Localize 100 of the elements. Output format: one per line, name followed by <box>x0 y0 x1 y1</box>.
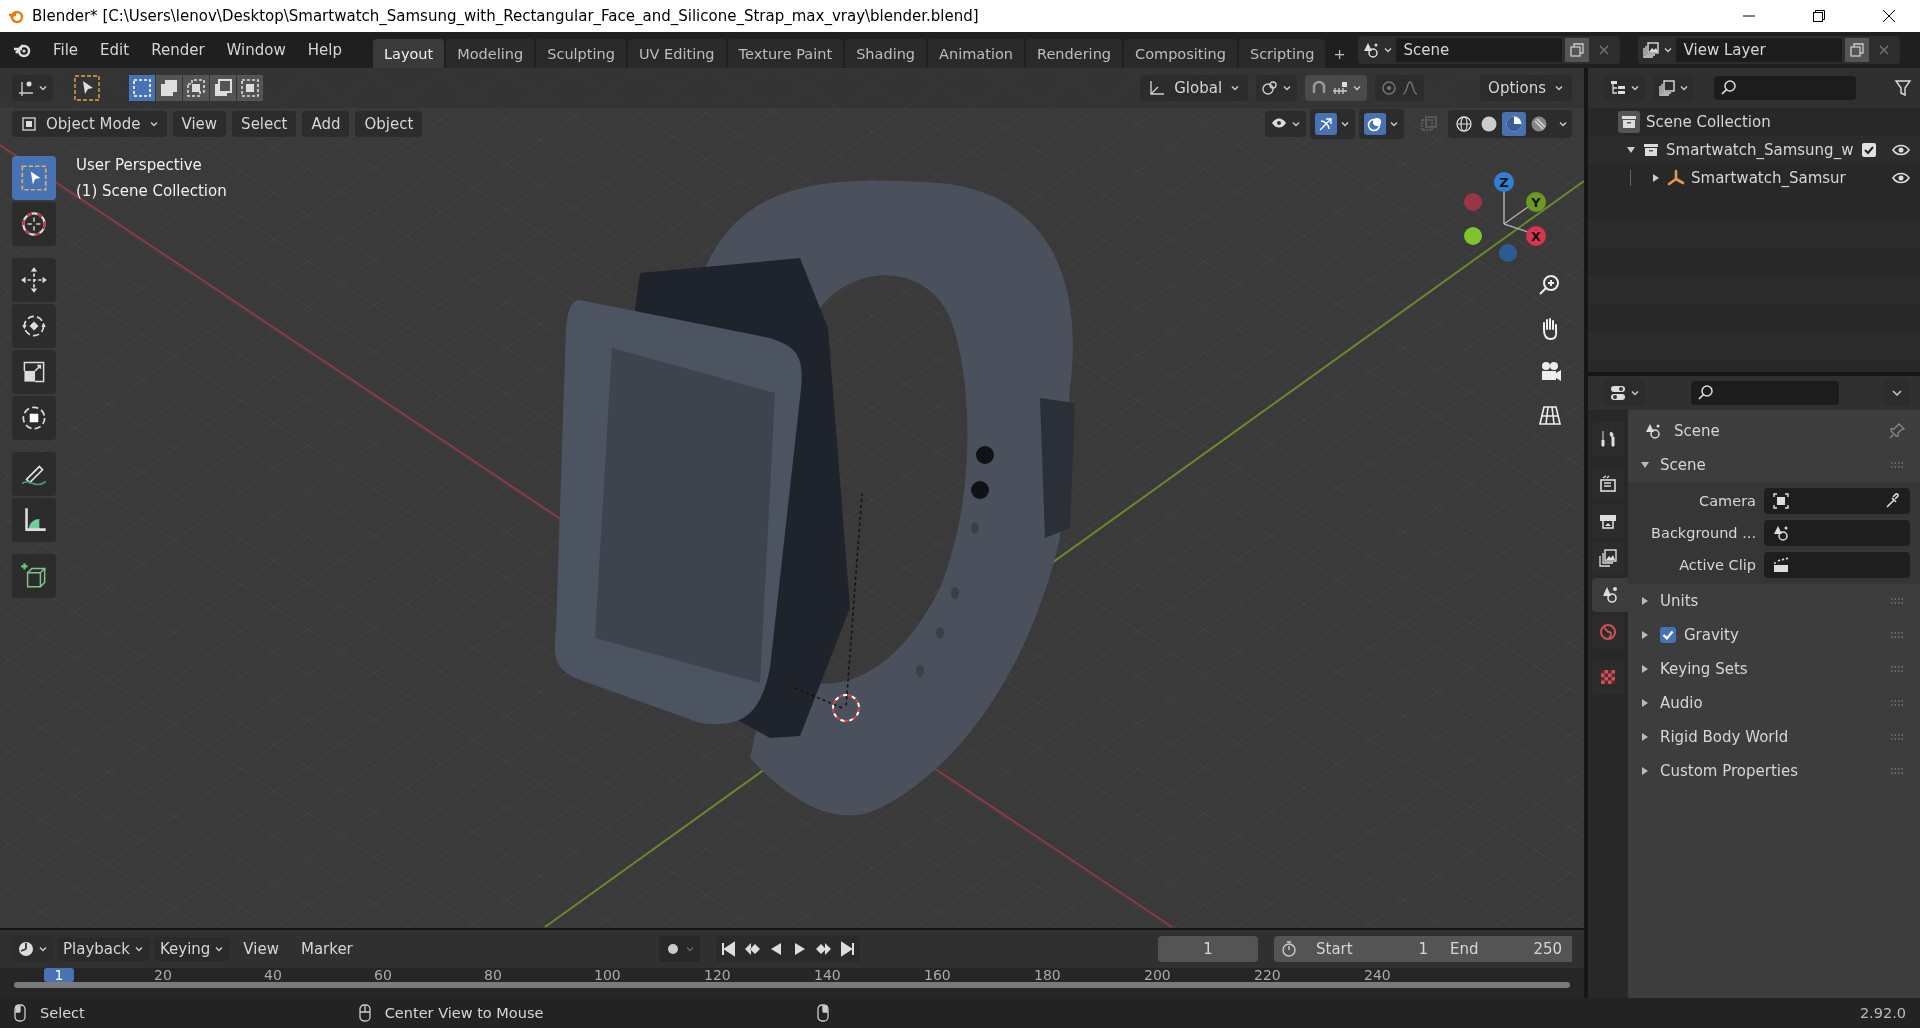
copy-icon[interactable] <box>1844 38 1869 62</box>
proportional-edit-dropdown[interactable] <box>1375 75 1425 101</box>
eyedropper-icon[interactable] <box>1884 492 1902 510</box>
menu-item[interactable]: View <box>234 936 288 962</box>
auto-keying-dropdown[interactable] <box>659 936 701 962</box>
subtract-selection-icon[interactable] <box>183 75 209 101</box>
workspace-tab[interactable]: Texture Paint <box>727 39 844 68</box>
world-tab[interactable] <box>1592 615 1624 649</box>
mode-dropdown[interactable]: Object Mode <box>12 111 167 137</box>
menu-dropdown[interactable]: Keying <box>153 937 231 961</box>
tree-item[interactable]: Smartwatch_Samsur <box>1691 169 1876 187</box>
view-layer-selector[interactable]: View Layer <box>1637 36 1900 64</box>
search-field[interactable] <box>1691 381 1839 405</box>
panel-header[interactable]: Custom Properties <box>1660 762 1799 780</box>
workspace-tab[interactable]: Animation <box>928 39 1024 68</box>
filter-icon[interactable] <box>1894 79 1912 97</box>
add-cube-tool[interactable] <box>12 554 56 598</box>
panel-header[interactable]: Units <box>1660 592 1699 610</box>
menu-item[interactable]: View <box>172 111 227 137</box>
scene-name-field[interactable]: Scene <box>1395 38 1562 62</box>
menu-item[interactable]: Add <box>302 111 350 137</box>
copy-icon[interactable] <box>1564 38 1589 62</box>
display-mode-dropdown[interactable] <box>1604 75 1645 101</box>
transform-pivot-dropdown[interactable] <box>12 75 53 101</box>
intersect-selection-icon[interactable] <box>237 75 263 101</box>
view-layer-name-field[interactable]: View Layer <box>1675 38 1842 62</box>
camera-field[interactable] <box>1764 488 1910 514</box>
menu-item[interactable]: File <box>42 41 90 59</box>
scene-selector[interactable]: Scene <box>1357 36 1620 64</box>
xray-toggle-icon[interactable] <box>1420 115 1438 133</box>
orientation-dropdown[interactable]: Global <box>1140 75 1249 101</box>
menu-item[interactable]: Help <box>296 41 353 59</box>
axis-label[interactable]: Z <box>1494 172 1514 192</box>
new-selection-icon[interactable] <box>129 75 155 101</box>
cursor-tool[interactable] <box>12 202 56 246</box>
menu-item[interactable]: Render <box>140 41 216 59</box>
menu-dropdown[interactable]: Playback <box>57 937 150 961</box>
select-cursor-icon[interactable] <box>73 74 101 102</box>
menu-item[interactable]: Select <box>232 111 297 137</box>
render-tab[interactable] <box>1592 467 1624 501</box>
snap-dropdown[interactable] <box>1305 75 1368 101</box>
menu-item[interactable]: Edit <box>89 41 141 59</box>
view-layer-tab[interactable] <box>1592 541 1624 575</box>
panel-header[interactable]: Keying Sets <box>1660 660 1748 678</box>
menu-item[interactable]: Window <box>215 41 297 59</box>
pin-icon[interactable] <box>1888 422 1906 440</box>
drag-handle-icon[interactable] <box>1890 461 1906 469</box>
disclosure-triangle-icon[interactable] <box>1640 732 1650 742</box>
drag-handle-icon[interactable] <box>1890 597 1906 605</box>
annotate-tool[interactable] <box>12 452 56 496</box>
drag-handle-icon[interactable] <box>1890 699 1906 707</box>
pivot-point-dropdown[interactable] <box>1256 75 1298 101</box>
visibility-dropdown[interactable] <box>1265 111 1306 137</box>
drag-handle-icon[interactable] <box>1890 767 1906 775</box>
menu-item[interactable]: Object <box>355 111 423 137</box>
panel-header[interactable]: Gravity <box>1684 626 1739 644</box>
checkbox[interactable] <box>1660 627 1676 643</box>
disclosure-triangle-icon[interactable] <box>1640 698 1650 708</box>
workspace-tab[interactable]: Layout <box>372 39 445 68</box>
scene-field[interactable] <box>1764 520 1910 546</box>
drag-handle-icon[interactable] <box>1890 665 1906 673</box>
material-shading-icon[interactable] <box>1502 112 1526 136</box>
panel-header[interactable]: Rigid Body World <box>1660 728 1789 746</box>
axis-label[interactable]: Y <box>1526 192 1546 212</box>
texture-tab[interactable] <box>1592 660 1624 694</box>
add-workspace-button[interactable]: + <box>1327 39 1352 68</box>
editor-type-dropdown[interactable] <box>1604 380 1645 406</box>
gizmo-dropdown[interactable] <box>1310 109 1355 139</box>
workspace-tab[interactable]: Sculpting <box>536 39 626 68</box>
disclosure-triangle-icon[interactable] <box>1640 766 1650 776</box>
workspace-tab[interactable]: Shading <box>845 39 927 68</box>
options-dropdown[interactable]: Options <box>1480 75 1572 101</box>
filter-layer-dropdown[interactable] <box>1653 75 1694 101</box>
drag-handle-icon[interactable] <box>1890 631 1906 639</box>
disclosure-triangle-icon[interactable] <box>1626 145 1636 155</box>
workspace-tab[interactable]: Rendering <box>1026 39 1123 68</box>
drag-handle-icon[interactable] <box>1890 733 1906 741</box>
disclosure-triangle-icon[interactable] <box>1640 460 1650 470</box>
rotate-tool[interactable] <box>12 304 56 348</box>
editor-type-dropdown[interactable] <box>12 936 53 962</box>
axis-point[interactable] <box>1464 227 1482 245</box>
overlay-dropdown[interactable] <box>1359 109 1404 139</box>
menu-item[interactable]: Marker <box>291 936 362 962</box>
measure-tool[interactable] <box>12 498 56 542</box>
workspace-tab[interactable]: Scripting <box>1238 39 1326 68</box>
disclosure-triangle-icon[interactable] <box>1651 173 1661 183</box>
tool-tab[interactable] <box>1592 422 1624 456</box>
move-tool[interactable] <box>12 258 56 302</box>
chevron-down-icon[interactable] <box>1884 380 1910 406</box>
disclosure-triangle-icon[interactable] <box>1640 664 1650 674</box>
disclosure-triangle-icon[interactable] <box>1640 630 1650 640</box>
invert-selection-icon[interactable] <box>210 75 236 101</box>
checkbox[interactable] <box>1862 143 1876 157</box>
panel-header[interactable]: Audio <box>1660 694 1703 712</box>
clip-field[interactable] <box>1764 552 1910 578</box>
output-tab[interactable] <box>1592 504 1624 538</box>
transform-tool[interactable] <box>12 396 56 440</box>
panel-header[interactable]: Scene <box>1660 456 1706 474</box>
search-field[interactable] <box>1714 76 1856 100</box>
caret-icon[interactable] <box>1558 119 1568 129</box>
